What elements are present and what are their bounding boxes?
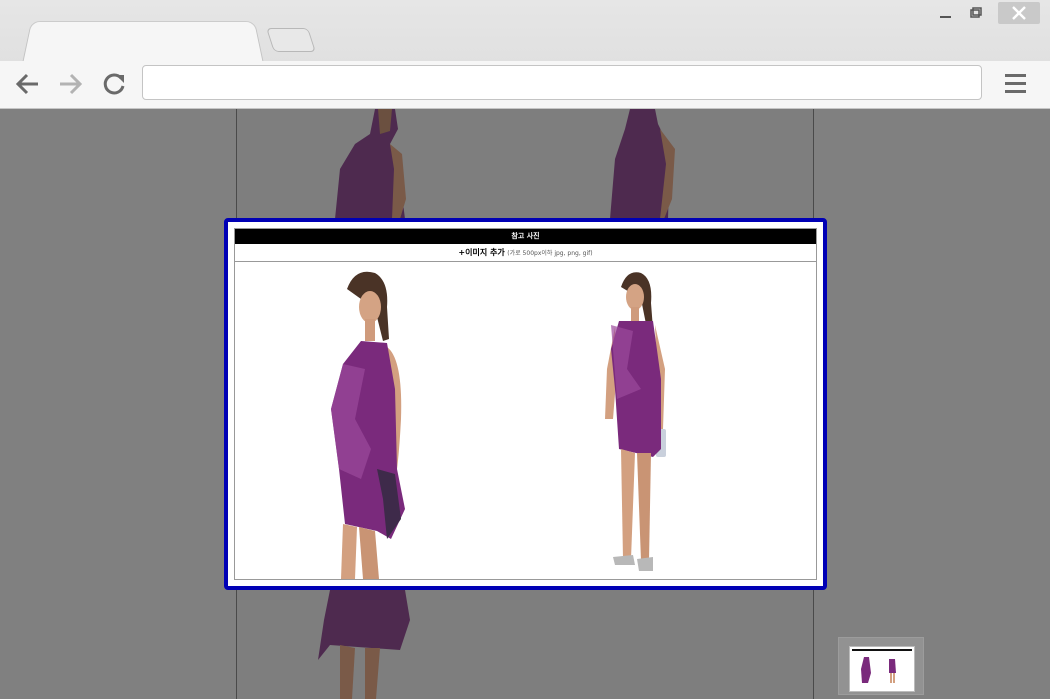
thumbnail-photo-2	[889, 659, 896, 683]
reference-photo-1[interactable]	[325, 269, 425, 579]
thumbnail-photo-1	[861, 657, 871, 683]
new-tab-button[interactable]	[266, 28, 316, 52]
forward-button[interactable]	[56, 70, 86, 100]
add-image-row: +이미지 추가 (가로 500px이하 jpg, png, gif)	[235, 244, 816, 262]
reload-icon	[103, 73, 125, 95]
add-image-note: (가로 500px이하 jpg, png, gif)	[507, 250, 593, 257]
page-thumbnail[interactable]	[838, 637, 924, 695]
background-photo-left-top	[335, 109, 406, 219]
background-photo-left-bottom	[318, 590, 410, 699]
back-button[interactable]	[13, 70, 43, 100]
arrow-left-icon	[15, 73, 38, 95]
browser-chrome	[0, 0, 1050, 109]
arrow-right-icon	[60, 73, 83, 95]
address-bar[interactable]	[142, 65, 982, 100]
reference-photo-modal: 참고 사진 +이미지 추가 (가로 500px이하 jpg, png, gif)	[224, 218, 827, 590]
modal-content: 참고 사진 +이미지 추가 (가로 500px이하 jpg, png, gif)	[234, 228, 817, 580]
thumbnail-modal-preview	[849, 646, 915, 692]
close-window-button[interactable]	[998, 2, 1040, 24]
background-photo-right-top	[610, 109, 675, 219]
browser-tab-active[interactable]	[22, 20, 264, 65]
browser-menu-button[interactable]	[1003, 71, 1029, 97]
thumbnail-header	[852, 649, 912, 651]
add-image-button[interactable]: +이미지 추가	[458, 248, 504, 257]
reference-photo-2[interactable]	[597, 269, 687, 579]
hamburger-menu-icon	[1005, 74, 1026, 93]
restore-icon[interactable]	[962, 4, 990, 24]
modal-title: 참고 사진	[235, 229, 816, 244]
reload-button[interactable]	[99, 70, 129, 100]
close-icon	[1012, 6, 1026, 20]
minimize-icon[interactable]	[932, 4, 960, 24]
